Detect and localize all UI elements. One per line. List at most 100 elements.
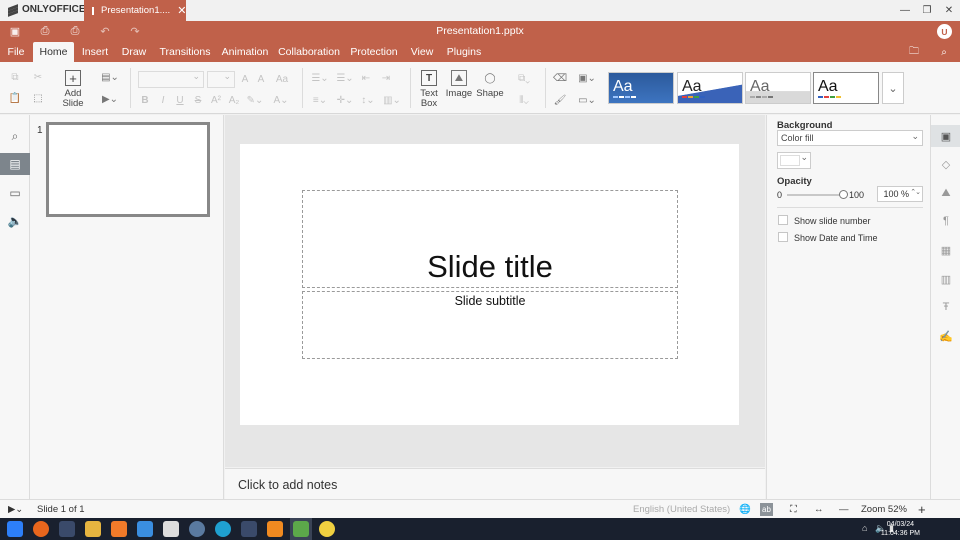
theme-corner[interactable]: Aa: [677, 72, 743, 104]
firefox-icon[interactable]: [33, 521, 49, 537]
theme-blue[interactable]: Aa: [608, 72, 674, 104]
feedback-icon[interactable]: 🔈: [0, 210, 30, 232]
change-case-icon[interactable]: Aa: [272, 72, 292, 86]
increase-indent-icon[interactable]: ⇥: [380, 71, 392, 85]
vertical-align-icon[interactable]: ✛⌄: [335, 93, 355, 107]
fit-slide-icon[interactable]: ⛶: [790, 503, 797, 516]
table-settings-icon[interactable]: ▦: [931, 239, 960, 261]
user-avatar[interactable]: U: [937, 24, 952, 39]
title-placeholder[interactable]: Slide title: [302, 190, 678, 288]
menu-insert[interactable]: Insert: [78, 42, 112, 62]
spellcheck-icon[interactable]: ab: [760, 503, 773, 516]
slide-settings-icon[interactable]: ▣: [931, 125, 960, 147]
superscript-icon[interactable]: A²: [211, 93, 221, 107]
files-icon[interactable]: [85, 521, 101, 537]
menu-draw[interactable]: Draw: [118, 42, 150, 62]
strikethrough-icon[interactable]: S: [193, 93, 203, 107]
decrease-indent-icon[interactable]: ⇤: [360, 71, 372, 85]
menu-collaboration[interactable]: Collaboration: [278, 42, 340, 62]
add-slide-button[interactable]: Add Slide: [58, 89, 88, 109]
select-all-icon[interactable]: ⬚: [31, 91, 45, 105]
restore-icon[interactable]: ❐: [916, 0, 938, 21]
font-name-select[interactable]: [138, 71, 204, 88]
settings-icon[interactable]: [189, 521, 205, 537]
align-objects-icon[interactable]: ⫴⌄: [514, 93, 534, 107]
italic-icon[interactable]: I: [158, 93, 168, 107]
search-icon[interactable]: ⌕: [936, 45, 952, 59]
document-tab[interactable]: Presentation1.... ✕: [84, 0, 186, 21]
edge-icon[interactable]: [215, 521, 231, 537]
font-color-icon[interactable]: A⌄: [272, 93, 290, 107]
menu-file[interactable]: File: [2, 42, 30, 62]
highlight-color-icon[interactable]: ✎⌄: [246, 93, 264, 107]
menu-home[interactable]: Home: [33, 42, 74, 62]
system-clock[interactable]: 04/03/24 11:04:36 PM: [881, 520, 920, 538]
onlyoffice-taskbar-icon[interactable]: [293, 521, 309, 537]
menu-protection[interactable]: Protection: [349, 42, 399, 62]
shape-settings-icon[interactable]: ◇: [931, 153, 960, 175]
opacity-slider-track[interactable]: [787, 194, 843, 196]
text-art-settings-icon[interactable]: Ŧ: [931, 296, 960, 318]
minimize-icon[interactable]: —: [894, 0, 916, 21]
menu-animation[interactable]: Animation: [220, 42, 270, 62]
comments-icon[interactable]: ▭: [0, 182, 30, 204]
language-icon[interactable]: 🌐: [739, 503, 751, 516]
vlc-icon[interactable]: [267, 521, 283, 537]
text-box-icon[interactable]: T: [421, 70, 437, 86]
fit-width-icon[interactable]: ↔: [814, 503, 824, 516]
search-panel-icon[interactable]: ⌕: [0, 125, 30, 147]
language-label[interactable]: English (United States): [633, 503, 730, 516]
notes-area[interactable]: Click to add notes: [225, 468, 765, 499]
open-location-icon[interactable]: 🗀: [906, 45, 922, 59]
chart-settings-icon[interactable]: ▥: [931, 268, 960, 290]
subtitle-placeholder[interactable]: Slide subtitle: [302, 291, 678, 359]
zoom-out-icon[interactable]: —: [839, 503, 849, 516]
zoom-level[interactable]: Zoom 52%: [861, 503, 907, 516]
cut-icon[interactable]: ✂: [31, 70, 45, 84]
theme-blank[interactable]: Aa: [813, 72, 879, 104]
close-tab-icon[interactable]: ✕: [177, 4, 186, 17]
vscode-icon[interactable]: [137, 521, 153, 537]
columns-icon[interactable]: ▥⌄: [382, 93, 402, 107]
fill-type-select[interactable]: Color fill: [777, 129, 923, 146]
underline-icon[interactable]: U: [175, 93, 185, 107]
slideshow-icon[interactable]: ▶⌄: [8, 503, 23, 516]
subscript-icon[interactable]: A₂: [229, 93, 240, 107]
start-slideshow-icon[interactable]: ▶⌄: [100, 92, 120, 106]
menu-plugins[interactable]: Plugins: [446, 42, 482, 62]
opacity-input[interactable]: 100 %: [877, 186, 923, 202]
bullets-icon[interactable]: ☰⌄: [310, 71, 330, 85]
fill-color-picker[interactable]: [777, 152, 811, 169]
theme-grey[interactable]: Aa: [745, 72, 811, 104]
line-spacing-icon[interactable]: ↕⌄: [358, 93, 378, 107]
horizontal-align-icon[interactable]: ≡⌄: [310, 93, 330, 107]
bag-icon[interactable]: [163, 521, 179, 537]
weather-icon[interactable]: [319, 521, 335, 537]
slide-canvas[interactable]: Slide title Slide subtitle: [240, 144, 739, 425]
show-date-time-checkbox[interactable]: [778, 232, 788, 242]
decrease-font-icon[interactable]: A: [256, 72, 266, 86]
bold-icon[interactable]: B: [140, 93, 150, 107]
signature-settings-icon[interactable]: ✍: [931, 325, 960, 347]
text-box-button[interactable]: Text Box: [414, 89, 444, 109]
numbering-icon[interactable]: ☰⌄: [335, 71, 355, 85]
slide-thumbnail[interactable]: [46, 122, 210, 217]
paste-icon[interactable]: 📋: [8, 91, 22, 105]
slides-panel-icon[interactable]: ▤: [0, 153, 30, 175]
code-icon[interactable]: [241, 521, 257, 537]
arrange-icon[interactable]: ⧉⌄: [514, 71, 534, 85]
show-slide-number-checkbox[interactable]: [778, 215, 788, 225]
zoom-in-icon[interactable]: +: [918, 502, 926, 517]
slide-size-icon[interactable]: ▭⌄: [577, 93, 597, 107]
more-themes-button[interactable]: ⌄: [882, 72, 904, 104]
image-settings-icon[interactable]: ⛰: [931, 182, 960, 204]
close-window-icon[interactable]: ✕: [938, 0, 960, 21]
copy-icon[interactable]: ⧉: [8, 70, 22, 84]
font-size-select[interactable]: [207, 71, 235, 88]
paragraph-settings-icon[interactable]: ¶: [931, 210, 960, 232]
menu-transitions[interactable]: Transitions: [158, 42, 212, 62]
clear-style-icon[interactable]: ⌫: [553, 71, 567, 85]
increase-font-icon[interactable]: A: [240, 72, 250, 86]
shape-button[interactable]: Shape: [475, 89, 505, 99]
copy-style-icon[interactable]: 🖌: [553, 93, 567, 107]
